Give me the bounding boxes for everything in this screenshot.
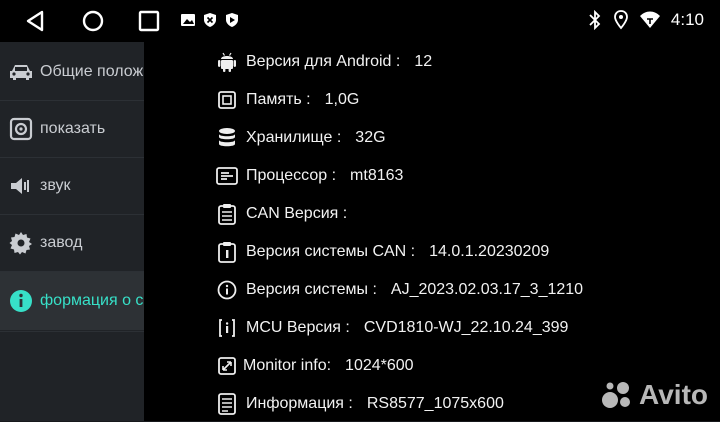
info-value: 12 [414, 53, 433, 70]
status-bar: 4:10 [0, 0, 720, 42]
recents-icon [138, 10, 160, 32]
shield-x-icon [204, 13, 216, 27]
sidebar-item-label: звук [40, 177, 71, 194]
info-icon [8, 288, 34, 314]
sidebar-item-sound[interactable]: звук [0, 158, 146, 214]
storage-icon [216, 126, 238, 150]
sidebar-item-factory[interactable]: завод [0, 215, 146, 271]
info-key: CAN Версия : [246, 205, 348, 222]
sidebar-item-label: завод [40, 234, 83, 251]
divider [0, 331, 146, 332]
info-key: Информация : RS8577_1075x600 [246, 395, 504, 412]
sidebar-item-label: показать [40, 120, 106, 137]
info-value: AJ_2023.02.03.17_3_1210 [390, 281, 584, 298]
info-key: Версия системы : AJ_2023.02.03.17_3_1210 [246, 281, 584, 298]
info-value: mt8163 [350, 167, 404, 184]
info-value: 14.0.1.20230209 [429, 243, 550, 260]
wifi-icon [639, 11, 660, 28]
recents-button[interactable] [136, 8, 162, 34]
home-icon [82, 10, 104, 32]
info-key: Память :1,0G [246, 91, 360, 108]
info-circle-icon [216, 278, 238, 302]
document-icon [216, 392, 238, 416]
info-value: 1,0G [324, 91, 360, 108]
watermark-text: Avito [639, 379, 708, 410]
info-key: Monitor info: 1024*600 [243, 357, 414, 374]
mcu-icon [216, 316, 238, 340]
avito-watermark: Avito [601, 379, 708, 411]
home-button[interactable] [80, 8, 106, 34]
info-key: Версия системы CAN :14.0.1.20230209 [246, 243, 550, 260]
sidebar-item-label: Общие полож [40, 63, 144, 80]
settings-sidebar: Общие полож показать звук завод формация… [0, 42, 146, 421]
image-notification-icon [181, 14, 195, 26]
android-icon [216, 50, 238, 74]
info-value: CVD1810-WJ_22.10.24_399 [363, 319, 569, 336]
can-icon [216, 202, 238, 226]
speaker-icon [8, 173, 34, 199]
sidebar-item-info[interactable]: формация о с [0, 272, 146, 330]
monitor-resize-icon [216, 354, 238, 378]
system-info-dialog: Версия для Android :12 Память :1,0G Хран… [144, 42, 720, 421]
back-button[interactable] [22, 8, 48, 34]
sidebar-item-display[interactable]: показать [0, 101, 146, 157]
sidebar-item-general[interactable]: Общие полож [0, 44, 146, 100]
car-icon [8, 59, 34, 85]
status-time: 4:10 [670, 10, 704, 29]
info-key: Версия для Android :12 [246, 53, 433, 70]
bluetooth-icon [589, 10, 601, 30]
processor-icon [216, 164, 238, 188]
shield-play-icon [226, 13, 238, 27]
info-key: Хранилище :32G [246, 129, 386, 146]
sidebar-item-label: формация о с [40, 292, 144, 309]
avito-logo-icon [602, 382, 631, 408]
info-value: RS8577_1075x600 [366, 395, 504, 412]
can-system-icon [216, 240, 238, 264]
display-icon [8, 116, 34, 142]
gear-icon [8, 230, 34, 256]
info-value: 1024*600 [345, 357, 414, 374]
info-value: 32G [355, 129, 386, 146]
info-key: Процессор : mt8163 [246, 167, 404, 184]
back-icon [26, 10, 44, 32]
location-icon [614, 10, 628, 30]
memory-chip-icon [216, 88, 238, 112]
info-key: MCU Версия : CVD1810-WJ_22.10.24_399 [246, 319, 569, 336]
